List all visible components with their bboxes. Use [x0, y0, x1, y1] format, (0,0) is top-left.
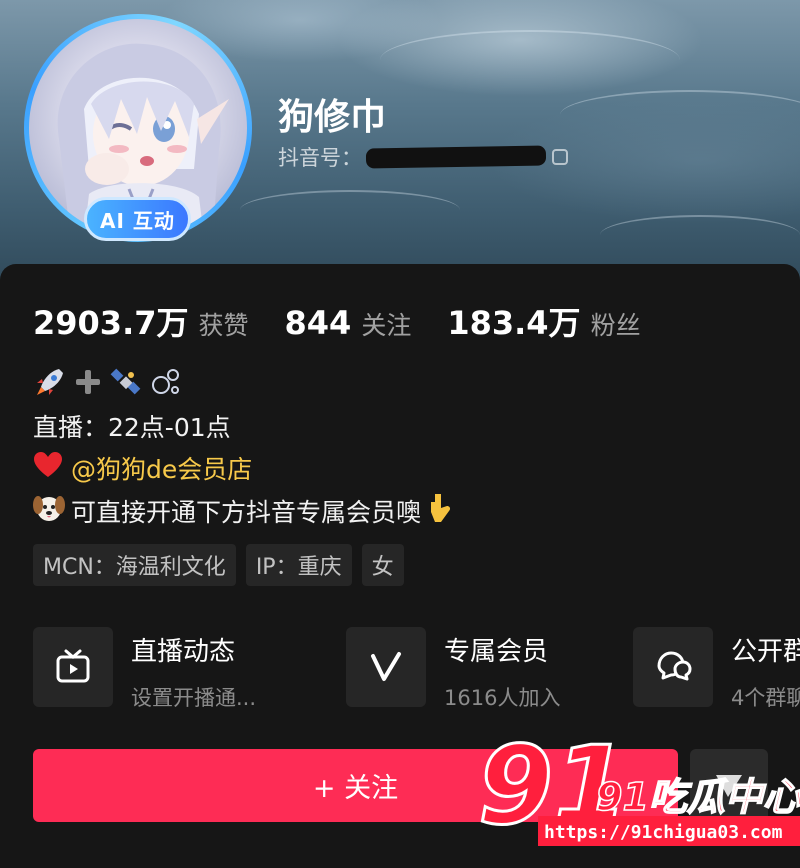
bio-emoji-line — [33, 364, 183, 400]
tv-icon — [33, 627, 113, 707]
plus-icon — [73, 367, 103, 397]
stat-value: 844 — [284, 304, 352, 342]
feature-live-updates[interactable]: 直播动态 设置开播通... — [33, 627, 256, 710]
account-id[interactable]: 抖音号： — [278, 142, 568, 172]
stat-value: 183.4万 — [447, 304, 581, 342]
bio-vip-line: 可直接开通下方抖音专属会员噢 — [33, 492, 453, 530]
account-id-redacted — [365, 145, 547, 169]
dog-face-icon — [33, 493, 65, 529]
profile-page: AI 互动 狗修巾 抖音号： 2903.7万 获赞 844 关注 183.4万 … — [0, 0, 800, 868]
account-id-label: 抖音号： — [278, 146, 362, 170]
share-icon — [716, 774, 742, 797]
shop-mention-link[interactable]: @狗狗de会员店 — [71, 450, 252, 486]
feature-subtitle: 4个群聊 — [731, 686, 800, 710]
bio-shop-line: @狗狗de会员店 — [33, 450, 252, 486]
tags-row: MCN：海温利文化 IP：重庆 女 — [33, 544, 404, 586]
feature-title: 直播动态 — [131, 637, 236, 667]
ai-interaction-badge[interactable]: AI 互动 — [84, 197, 191, 241]
stats-row: 2903.7万 获赞 844 关注 183.4万 粉丝 — [33, 298, 677, 344]
tag-mcn[interactable]: MCN：海温利文化 — [33, 544, 236, 586]
vip-note-text: 可直接开通下方抖音专属会员噢 — [71, 498, 422, 527]
stat-following[interactable]: 844 关注 — [285, 304, 412, 342]
feature-title: 专属会员 — [444, 637, 549, 667]
bio-live-schedule: 直播：22点-01点 — [33, 413, 231, 442]
stat-followers[interactable]: 183.4万 粉丝 — [447, 298, 640, 344]
copy-icon[interactable] — [552, 149, 568, 165]
tag-ip-location[interactable]: IP：重庆 — [245, 544, 352, 586]
stat-label: 获赞 — [198, 311, 249, 340]
cover-image[interactable]: AI 互动 狗修巾 抖音号： — [0, 0, 800, 300]
feature-shortcuts: 直播动态 设置开播通... 专属会员 1616人加入 公开群 4个群聊 — [33, 627, 800, 710]
nickname: 狗修巾 — [278, 97, 387, 138]
bubbles-icon — [149, 365, 183, 399]
feature-public-groups[interactable]: 公开群 4个群聊 — [633, 627, 800, 710]
feature-title: 公开群 — [731, 637, 800, 667]
stat-label: 粉丝 — [590, 311, 641, 340]
tag-gender[interactable]: 女 — [361, 544, 404, 586]
v-membership-icon — [346, 627, 426, 707]
share-button[interactable] — [690, 749, 768, 822]
feature-subtitle: 设置开播通... — [131, 686, 257, 710]
group-chat-icon — [633, 627, 713, 707]
heart-icon — [33, 451, 63, 485]
satellite-icon — [109, 365, 143, 399]
profile-card: 2903.7万 获赞 844 关注 183.4万 粉丝 直播：22点-01点 @… — [0, 264, 800, 868]
stat-likes[interactable]: 2903.7万 获赞 — [33, 298, 249, 344]
stat-value: 2903.7万 — [33, 304, 189, 342]
pointing-down-icon — [427, 492, 453, 530]
feature-exclusive-membership[interactable]: 专属会员 1616人加入 — [346, 627, 560, 710]
rocket-icon — [33, 365, 67, 399]
feature-subtitle: 1616人加入 — [444, 686, 561, 710]
follow-button[interactable]: + 关注 — [33, 749, 678, 822]
stat-label: 关注 — [361, 311, 412, 340]
